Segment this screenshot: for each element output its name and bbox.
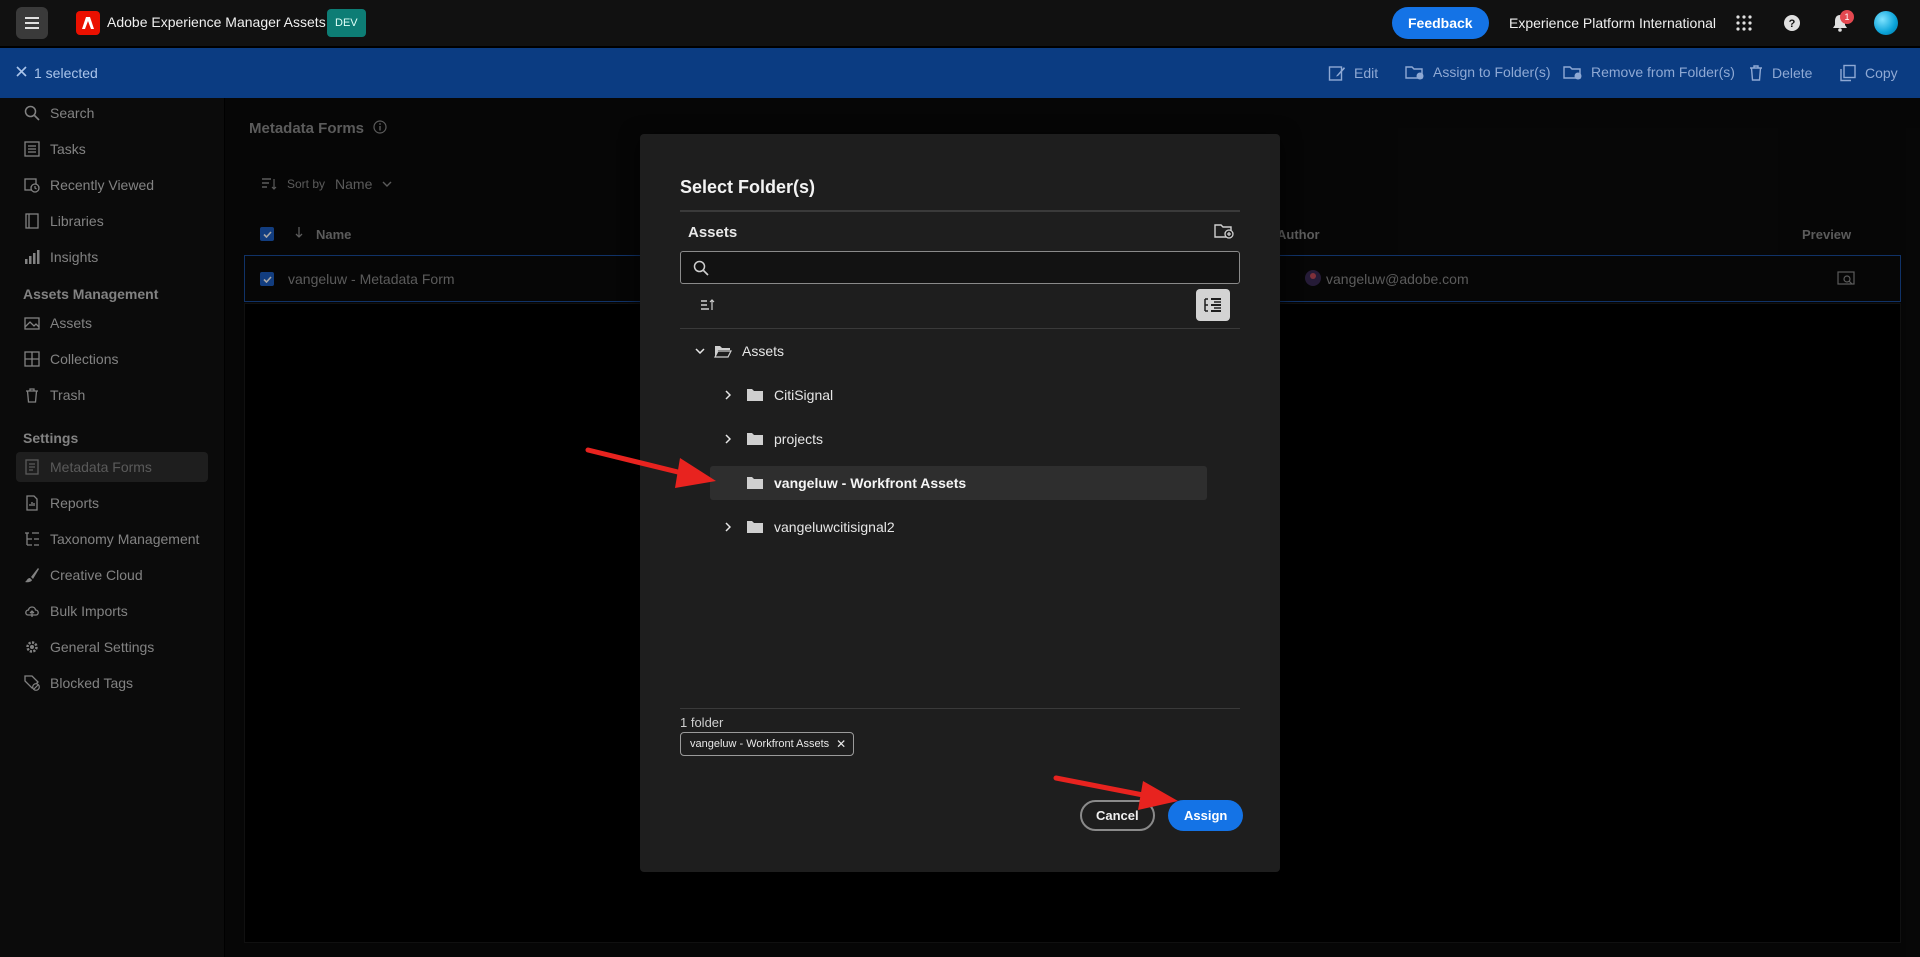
cancel-button[interactable]: Cancel [1080,800,1155,831]
tree-label: Assets [742,343,785,359]
user-avatar[interactable] [1874,11,1898,35]
chevron-right-icon[interactable] [720,434,736,444]
tree-label: CitiSignal [774,387,834,403]
notification-badge: 1 [1840,10,1854,24]
hamburger-icon [25,17,39,29]
trash-icon [1750,65,1762,81]
search-icon [693,260,709,276]
tree-label: projects [774,431,824,447]
help-icon[interactable]: ? [1782,13,1802,33]
delete-action[interactable]: Delete [1748,64,1812,82]
folder-assign-icon [1405,66,1424,80]
copy-icon [1840,64,1856,82]
tree-view-icon [1204,298,1221,312]
assign-button[interactable]: Assign [1168,800,1244,831]
tree-item-projects[interactable]: projects [720,422,823,456]
edit-icon [1328,66,1345,81]
tree-item-assets-root[interactable]: Assets [692,334,784,368]
environment-badge: DEV [327,9,366,37]
folder-remove-icon [1563,66,1582,80]
edit-action[interactable]: Edit [1328,64,1378,82]
folder-icon [746,388,764,402]
folder-icon [746,432,764,446]
hamburger-menu-button[interactable] [16,7,48,39]
selected-folder-chip: vangeluw - Workfront Assets ✕ [680,732,855,756]
remove-from-folder-action[interactable]: Remove from Folder(s) [1563,64,1735,80]
chip-label: vangeluw - Workfront Assets [690,738,830,750]
chevron-down-icon[interactable] [692,348,708,354]
tree-label: vangeluwcitisignal2 [774,519,895,535]
new-folder-icon[interactable] [1214,223,1234,239]
tree-view-toggle-button[interactable] [1196,289,1230,321]
adobe-logo-icon[interactable] [76,11,100,35]
tree-item-vangeluwcitisignal2[interactable]: vangeluwcitisignal2 [720,510,895,544]
clear-selection-close-icon[interactable] [16,66,27,77]
selected-folder-count: 1 folder [680,715,724,730]
tree-label: vangeluw - Workfront Assets [774,475,967,491]
top-bar: Adobe Experience Manager Assets DEV Feed… [0,0,1920,46]
folder-search-field[interactable] [680,251,1240,284]
svg-text:?: ? [1789,18,1796,30]
tree-divider [680,328,1240,329]
apps-grid-icon[interactable] [1734,13,1754,33]
select-folders-dialog: Select Folder(s) Assets Assets CitiSigna… [640,134,1280,872]
folder-search-input[interactable] [717,256,1227,280]
app-title[interactable]: Adobe Experience Manager Assets [107,14,326,30]
folder-icon [746,476,764,490]
selected-count: 1 selected [34,65,98,81]
feedback-button[interactable]: Feedback [1392,7,1489,39]
tree-item-citisignal[interactable]: CitiSignal [720,378,833,412]
tree-item-vangeluw-workfront-assets[interactable]: vangeluw - Workfront Assets [710,466,1207,500]
folder-browser-title: Assets [688,224,738,241]
footer-divider [680,708,1240,709]
assign-to-folder-action[interactable]: Assign to Folder(s) [1405,64,1550,80]
dialog-divider [680,210,1240,212]
copy-action[interactable]: Copy [1839,64,1898,82]
chevron-right-icon[interactable] [720,522,736,532]
selection-action-bar: 1 selected Edit Assign to Folder(s) Remo… [0,48,1920,98]
org-switcher[interactable]: Experience Platform International [1509,15,1716,31]
folder-open-icon [714,344,732,358]
folder-icon [746,520,764,534]
chevron-right-icon[interactable] [720,390,736,400]
chip-remove-close-icon[interactable]: ✕ [836,733,846,755]
dialog-title: Select Folder(s) [680,177,816,197]
sort-icon[interactable] [700,299,716,311]
